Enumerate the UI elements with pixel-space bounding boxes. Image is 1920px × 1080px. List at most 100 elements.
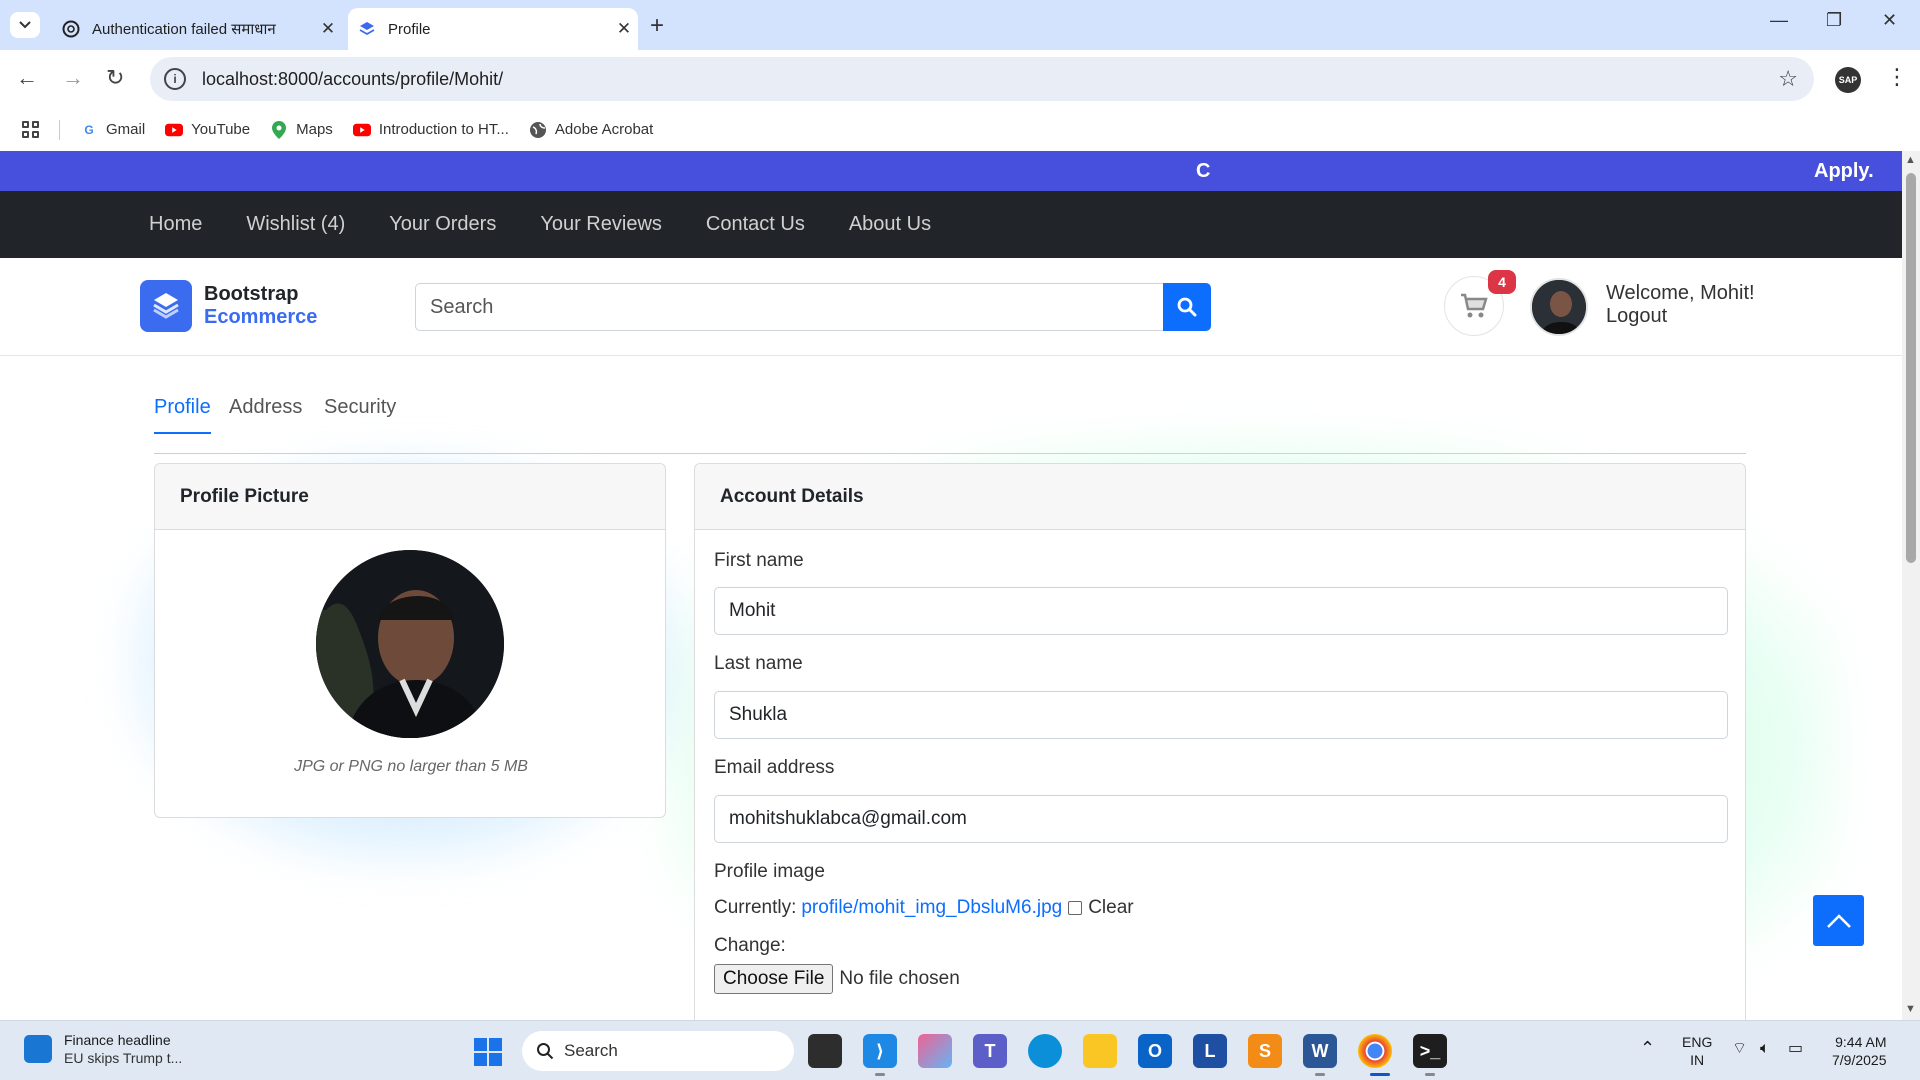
clear-checkbox[interactable] bbox=[1068, 901, 1083, 915]
email-label: Email address bbox=[714, 757, 835, 778]
nav-your-reviews[interactable]: Your Reviews bbox=[540, 213, 662, 236]
news-icon bbox=[24, 1035, 52, 1063]
avatar[interactable] bbox=[1530, 278, 1588, 336]
page-scrollbar[interactable]: ▲ ▼ bbox=[1902, 151, 1920, 1020]
scrollbar-thumb[interactable] bbox=[1906, 173, 1916, 563]
windows-start-icon[interactable] bbox=[474, 1038, 502, 1066]
clock[interactable]: 9:44 AM 7/9/2025 bbox=[1832, 1033, 1887, 1069]
outlook-icon[interactable]: O bbox=[1138, 1034, 1172, 1068]
logo-line1: Bootstrap bbox=[204, 283, 299, 305]
nav-wishlist[interactable]: Wishlist (4) bbox=[246, 213, 345, 236]
clear-label: Clear bbox=[1088, 897, 1134, 918]
wifi-icon[interactable]: ⌔ bbox=[1732, 1040, 1747, 1058]
tab-security[interactable]: Security bbox=[324, 396, 396, 432]
card-title: Profile Picture bbox=[155, 464, 665, 530]
google-icon: G bbox=[84, 122, 94, 137]
nav-your-orders[interactable]: Your Orders bbox=[389, 213, 496, 236]
apps-grid-icon[interactable] bbox=[22, 121, 39, 138]
minimize-icon[interactable]: — bbox=[1770, 10, 1788, 31]
search-input[interactable] bbox=[415, 283, 1163, 331]
first-name-field[interactable] bbox=[714, 587, 1728, 635]
folder-icon[interactable] bbox=[1083, 1034, 1117, 1068]
layers-icon bbox=[140, 280, 192, 332]
change-label: Change: bbox=[714, 935, 786, 956]
browser-tab-auth[interactable]: Authentication failed समाधान ✕ bbox=[52, 8, 342, 50]
battery-icon[interactable]: ▭ bbox=[1788, 1040, 1803, 1058]
taskbar-search-label: Search bbox=[564, 1041, 618, 1060]
running-indicator bbox=[875, 1073, 885, 1076]
no-file-text: No file chosen bbox=[839, 968, 960, 989]
cart-icon bbox=[1461, 293, 1488, 318]
word-icon[interactable]: W bbox=[1303, 1034, 1337, 1068]
announcement-text: Apply. bbox=[1814, 159, 1874, 182]
announcement-bar: C Apply. bbox=[0, 151, 1902, 191]
email-field[interactable] bbox=[714, 795, 1728, 843]
search-button[interactable] bbox=[1163, 283, 1211, 331]
window-close-icon[interactable]: ✕ bbox=[1882, 10, 1897, 31]
clock-time: 9:44 AM bbox=[1835, 1034, 1887, 1050]
language-indicator[interactable]: ENG IN bbox=[1682, 1033, 1712, 1069]
scroll-up-arrow-icon[interactable]: ▲ bbox=[1905, 154, 1916, 166]
reload-icon[interactable]: ↻ bbox=[106, 65, 124, 91]
teams-icon[interactable]: T bbox=[973, 1034, 1007, 1068]
clock-date: 7/9/2025 bbox=[1832, 1052, 1887, 1068]
bookmark-html-intro[interactable]: Introduction to HT... bbox=[352, 121, 509, 139]
scroll-down-arrow-icon[interactable]: ▼ bbox=[1905, 1003, 1916, 1015]
cart-count-badge: 4 bbox=[1488, 270, 1516, 294]
file-manager-icon[interactable] bbox=[808, 1034, 842, 1068]
chevron-down-icon bbox=[19, 21, 31, 29]
close-icon[interactable]: ✕ bbox=[610, 19, 638, 39]
sublime-icon[interactable]: S bbox=[1248, 1034, 1282, 1068]
chrome-icon[interactable] bbox=[1358, 1034, 1392, 1068]
browser-tab-profile[interactable]: Profile ✕ bbox=[348, 8, 638, 50]
copilot-icon[interactable] bbox=[918, 1034, 952, 1068]
taskbar-search[interactable]: Search bbox=[522, 1031, 794, 1071]
tab-address[interactable]: Address bbox=[229, 396, 302, 432]
site-header: Bootstrap Ecommerce 4 Welcome, Mohit! Lo… bbox=[0, 258, 1902, 356]
choose-file-button[interactable]: Choose File bbox=[714, 964, 834, 994]
nav-contact-us[interactable]: Contact Us bbox=[706, 213, 805, 236]
chatgpt-icon bbox=[62, 20, 80, 38]
card-title: Account Details bbox=[695, 464, 1745, 530]
terminal-icon[interactable]: >_ bbox=[1413, 1034, 1447, 1068]
l-app-icon[interactable]: L bbox=[1193, 1034, 1227, 1068]
bookmark-label: YouTube bbox=[191, 121, 251, 138]
bookmark-maps[interactable]: Maps bbox=[270, 120, 333, 139]
bookmark-adobe-acrobat[interactable]: Adobe Acrobat bbox=[529, 121, 653, 139]
maps-icon bbox=[270, 120, 288, 139]
url-text[interactable]: localhost:8000/accounts/profile/Mohit/ bbox=[202, 69, 1778, 90]
volume-icon[interactable]: 🔈︎ bbox=[1760, 1040, 1770, 1058]
forward-arrow-icon[interactable]: → bbox=[62, 65, 84, 91]
tab-profile[interactable]: Profile bbox=[154, 396, 211, 434]
news-title: Finance headline bbox=[64, 1032, 171, 1048]
profile-image-label: Profile image bbox=[714, 861, 825, 882]
file-input: Choose File No file chosen bbox=[714, 964, 960, 994]
current-file-link[interactable]: profile/mohit_img_DbsluM6.jpg bbox=[801, 897, 1062, 919]
site-info-icon[interactable]: i bbox=[164, 68, 186, 90]
restore-icon[interactable]: ❐ bbox=[1826, 10, 1842, 31]
logout-link[interactable]: Logout bbox=[1606, 305, 1755, 328]
vscode-icon[interactable]: ⟩ bbox=[863, 1034, 897, 1068]
chevron-up-icon[interactable]: ⌃ bbox=[1640, 1039, 1655, 1057]
browser-toolbar: ← → ↻ i localhost:8000/accounts/profile/… bbox=[0, 50, 1920, 108]
close-icon[interactable]: ✕ bbox=[314, 19, 342, 39]
address-bar[interactable]: i localhost:8000/accounts/profile/Mohit/… bbox=[150, 57, 1814, 101]
scroll-to-top-button[interactable] bbox=[1813, 895, 1864, 946]
upload-hint: JPG or PNG no larger than 5 MB bbox=[294, 758, 528, 775]
nav-about-us[interactable]: About Us bbox=[849, 213, 931, 236]
bookmark-youtube[interactable]: YouTube bbox=[165, 121, 250, 139]
back-arrow-icon[interactable]: ← bbox=[16, 65, 38, 91]
tab-title: Authentication failed समाधान bbox=[92, 21, 276, 38]
menu-kebab-icon[interactable]: ⋮ bbox=[1886, 64, 1908, 90]
windows-taskbar: Finance headline EU skips Trump t... Sea… bbox=[0, 1020, 1920, 1080]
bookmark-gmail[interactable]: G Gmail bbox=[80, 121, 145, 139]
news-widget[interactable]: Finance headline EU skips Trump t... bbox=[24, 1031, 182, 1067]
bookmark-star-icon[interactable]: ☆ bbox=[1778, 66, 1798, 92]
last-name-field[interactable] bbox=[714, 691, 1728, 739]
nav-home[interactable]: Home bbox=[149, 213, 202, 236]
profile-avatar[interactable]: SAP bbox=[1835, 67, 1861, 93]
edge-icon[interactable] bbox=[1028, 1034, 1062, 1068]
new-tab-button[interactable]: + bbox=[650, 12, 664, 40]
tab-search-button[interactable] bbox=[10, 12, 40, 38]
site-logo[interactable]: Bootstrap Ecommerce bbox=[140, 280, 317, 332]
